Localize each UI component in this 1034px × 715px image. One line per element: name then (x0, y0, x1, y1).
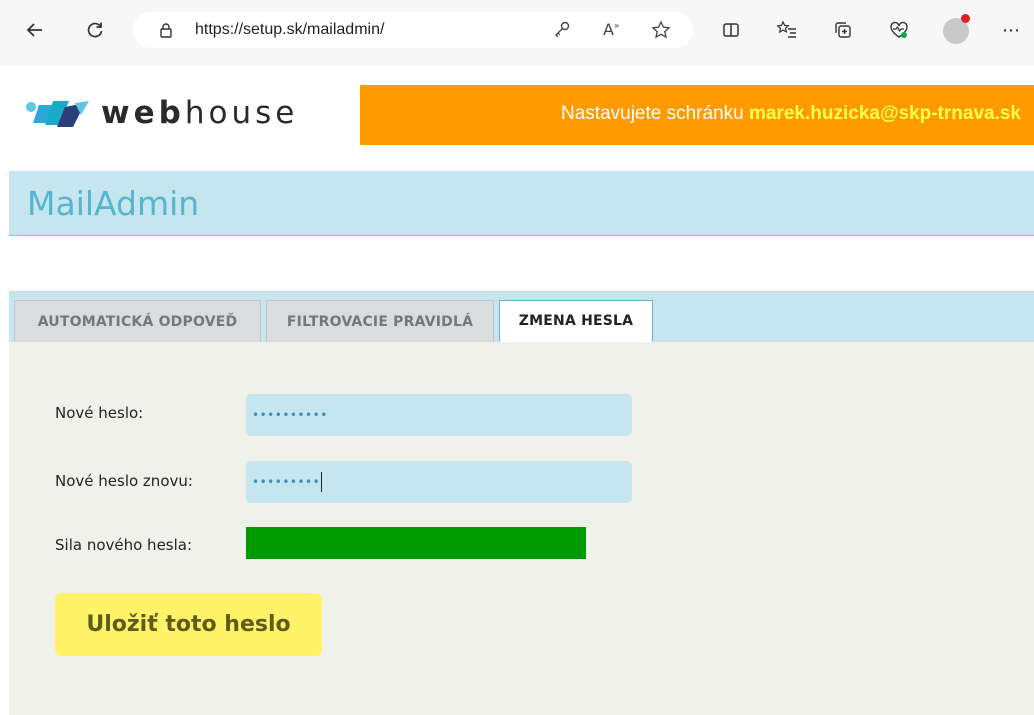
new-password-input[interactable]: •••••••••• (246, 394, 632, 436)
new-password-label: Nové heslo: (55, 404, 144, 422)
logo-text: webhouse (101, 95, 298, 131)
notice-email: marek.huzicka@skp-trnava.sk (749, 103, 1021, 124)
app-title-band: MailAdmin (9, 171, 1034, 236)
new-password-value: •••••••••• (252, 408, 328, 422)
tab-change-password[interactable]: ZMENA HESLA (499, 300, 653, 342)
address-bar[interactable]: https://setup.sk/mailadmin/ A» (133, 12, 693, 48)
favorites-list-icon[interactable] (774, 17, 800, 43)
tab-bar: AUTOMATICKÁ ODPOVEĎ FILTROVACIE PRAVIDLÁ… (9, 291, 1034, 342)
webhouse-logo-mark-icon (26, 101, 89, 127)
confirm-password-label: Nové heslo znovu: (55, 472, 193, 490)
save-password-button[interactable]: Uložiť toto heslo (55, 593, 322, 656)
read-aloud-icon[interactable]: A» (603, 20, 619, 39)
mailbox-notice-banner: Nastavujete schránku marek.huzicka@skp-t… (360, 85, 1034, 145)
back-arrow-icon[interactable] (22, 17, 48, 43)
favorite-star-icon[interactable] (651, 20, 671, 45)
health-icon[interactable] (886, 17, 912, 43)
url-text[interactable]: https://setup.sk/mailadmin/ (195, 21, 384, 39)
webhouse-logo[interactable]: webhouse (25, 93, 298, 133)
page-title: MailAdmin (27, 184, 200, 223)
split-screen-icon[interactable] (718, 17, 744, 43)
confirm-password-input[interactable]: ••••••••• (246, 461, 632, 503)
more-menu-icon[interactable]: ⋯ (998, 17, 1024, 43)
logo-text-light: house (184, 95, 299, 131)
mailbox-notice-text: Nastavujete schránku marek.huzicka@skp-t… (561, 103, 1021, 125)
tab-filter-rules[interactable]: FILTROVACIE PRAVIDLÁ (266, 300, 494, 342)
confirm-password-value: ••••••••• (252, 475, 321, 489)
password-strength-fill (246, 527, 586, 559)
tab-automatic-reply[interactable]: AUTOMATICKÁ ODPOVEĎ (14, 300, 261, 342)
browser-toolbar: https://setup.sk/mailadmin/ A» ⋯ (0, 0, 1034, 66)
notification-dot (961, 14, 970, 23)
key-icon[interactable] (553, 20, 571, 43)
logo-text-bold: web (101, 95, 185, 131)
password-strength-label: Sila nového hesla: (55, 536, 193, 554)
password-strength-meter (246, 527, 632, 559)
text-cursor (321, 472, 323, 492)
refresh-icon[interactable] (82, 17, 108, 43)
notice-prefix: Nastavujete schránku (561, 103, 744, 124)
collections-icon[interactable] (830, 17, 856, 43)
lock-icon[interactable] (159, 22, 173, 42)
